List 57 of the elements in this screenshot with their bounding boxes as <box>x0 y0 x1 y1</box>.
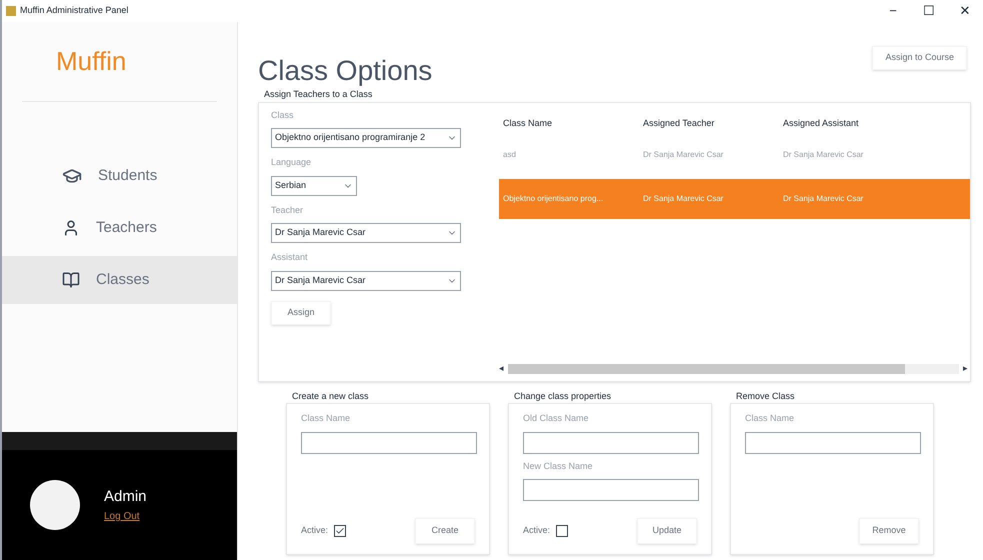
group-legend: Change class properties <box>514 390 712 403</box>
sidebar-item[interactable]: Students <box>2 152 237 200</box>
scrollbar-thumb[interactable] <box>508 364 905 374</box>
avatar <box>30 480 80 530</box>
group-legend: Remove Class <box>736 390 934 403</box>
person-icon <box>62 219 80 237</box>
scroll-left-arrow[interactable]: ◂ <box>499 362 504 376</box>
dropdown[interactable]: Dr Sanja Marevic Csar <box>271 270 461 290</box>
table-cell-text: Dr Sanja Marevic Csar <box>642 148 724 160</box>
action-button[interactable]: Update <box>637 518 697 544</box>
text-field[interactable] <box>523 479 699 501</box>
column-header: Assigned Assistant <box>782 116 860 130</box>
table-cell-text: Dr Sanja Marevic Csar <box>782 148 864 160</box>
group-legend: Assign Teachers to a Class <box>264 88 971 102</box>
table-cell-text: Dr Sanja Marevic Csar <box>782 192 864 204</box>
text-field[interactable] <box>523 432 699 454</box>
maximize-button[interactable]: ☐ <box>911 1 947 21</box>
window-title: Muffin Administrative Panel <box>20 4 128 18</box>
field-label: Class <box>271 108 295 122</box>
close-button[interactable]: ✕ <box>947 1 983 21</box>
action-button[interactable]: Create <box>415 518 475 544</box>
user-name: Admin <box>104 487 147 508</box>
assign-to-course-button[interactable]: Assign to Course <box>872 46 967 70</box>
assign-button[interactable]: Assign <box>271 300 331 324</box>
active-label: Active: <box>301 524 328 538</box>
logo-text: Muffin <box>56 45 126 78</box>
text-field[interactable] <box>745 432 921 454</box>
text-field[interactable] <box>301 432 477 454</box>
check-icon <box>335 526 346 536</box>
field-label: Language <box>271 156 312 169</box>
action-button[interactable]: Remove <box>859 518 919 544</box>
dropdown[interactable]: Objektno orijentisano programiranje 2 <box>271 128 461 148</box>
checkbox[interactable] <box>334 525 346 537</box>
sidebar-item[interactable]: Classes <box>2 256 237 304</box>
scroll-right-arrow[interactable]: ▸ <box>963 362 968 376</box>
field-label: Assistant <box>271 251 309 264</box>
table-cell-text: Objektno orijentisano prog... <box>502 192 604 204</box>
field-label: New Class Name <box>523 460 594 472</box>
checkbox[interactable] <box>556 525 568 537</box>
sidebar-item[interactable]: Teachers <box>2 204 237 252</box>
log-out-link[interactable]: Log Out <box>104 508 147 524</box>
field-label: Old Class Name <box>523 412 590 425</box>
app-icon <box>6 6 16 16</box>
table-cell-text: Dr Sanja Marevic Csar <box>642 192 724 204</box>
group-legend: Create a new class <box>292 390 490 403</box>
dropdown[interactable]: Dr Sanja Marevic Csar <box>271 223 461 243</box>
minimize-button[interactable]: − <box>875 1 911 21</box>
book-icon <box>62 271 80 289</box>
page-title: Class Options <box>258 54 432 88</box>
active-label: Active: <box>523 524 550 538</box>
field-label: Class Name <box>745 412 796 425</box>
field-label: Class Name <box>301 412 352 425</box>
column-header: Class Name <box>502 116 554 130</box>
column-header: Assigned Teacher <box>642 116 716 130</box>
table-cell-text: asd <box>502 148 517 160</box>
dropdown[interactable]: Serbian <box>271 176 357 196</box>
field-label: Teacher <box>271 204 304 216</box>
